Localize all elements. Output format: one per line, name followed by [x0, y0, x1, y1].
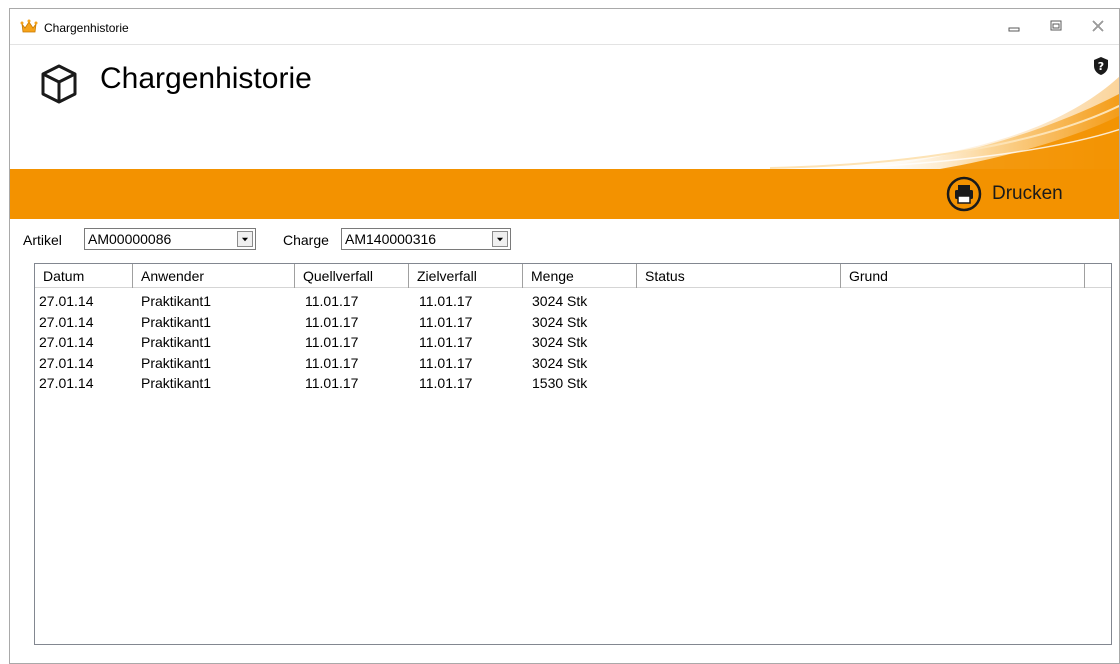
cell-datum: 27.01.14	[39, 375, 94, 391]
table-row[interactable]: 27.01.14 Praktikant1 11.01.17 11.01.17 3024 …	[35, 332, 1111, 352]
table-header: Datum Anwender Quellverfall Zielverfall …	[35, 264, 1111, 288]
cell-menge: 3024 Stk	[532, 293, 588, 309]
charge-label: Charge	[283, 232, 329, 248]
shield-help-icon[interactable]: ?	[1092, 56, 1110, 76]
cell-quellverfall: 11.01.17	[305, 354, 359, 371]
cell-anwender: Praktikant1	[141, 313, 212, 330]
chevron-down-icon[interactable]	[237, 231, 253, 247]
printer-icon	[946, 176, 982, 212]
cell-quellverfall: 11.01.17	[305, 313, 359, 330]
cell-anwender: Praktikant1	[141, 375, 212, 391]
cell-menge: 3024 Stk	[532, 334, 588, 350]
cell-datum: 27.01.14	[39, 334, 94, 350]
cell-datum: 27.01.14	[39, 313, 94, 330]
history-table[interactable]: Datum Anwender Quellverfall Zielverfall …	[34, 263, 1112, 645]
cube-icon	[41, 64, 77, 104]
cell-zielverfall: 11.01.17	[419, 354, 473, 371]
column-header-zielverfall[interactable]: Zielverfall	[409, 264, 523, 288]
cell-zielverfall: 11.01.17	[419, 313, 473, 330]
chargenhistorie-window: Chargenhistorie Chargenhistorie ? Drucke…	[9, 8, 1120, 664]
print-button-label: Drucken	[992, 183, 1063, 204]
cell-menge: 3024 Stk	[532, 354, 588, 371]
cell-menge: 3024 Stk	[532, 313, 588, 330]
column-header-quellverfall[interactable]: Quellverfall	[295, 264, 409, 288]
cell-datum: 27.01.14	[39, 354, 94, 371]
page-title: Chargenhistorie	[100, 62, 312, 95]
column-header-anwender[interactable]: Anwender	[133, 264, 295, 288]
cell-anwender: Praktikant1	[141, 354, 212, 371]
artikel-label: Artikel	[23, 232, 62, 248]
cell-quellverfall: 11.01.17	[305, 375, 359, 391]
title-bar[interactable]: Chargenhistorie	[10, 9, 1119, 45]
cell-zielverfall: 11.01.17	[419, 375, 473, 391]
table-row[interactable]: 27.01.14 Praktikant1 11.01.17 11.01.17 3024 …	[35, 312, 1111, 332]
artikel-combobox[interactable]: AM00000086	[84, 228, 256, 250]
window-title: Chargenhistorie	[44, 21, 129, 35]
cell-quellverfall: 11.01.17	[305, 293, 359, 309]
cell-anwender: Praktikant1	[141, 334, 212, 350]
cell-anwender: Praktikant1	[141, 293, 212, 309]
cell-zielverfall: 11.01.17	[419, 334, 473, 350]
cell-zielverfall: 11.01.17	[419, 293, 473, 309]
column-header-status[interactable]: Status	[637, 264, 841, 288]
action-toolbar: Drucken	[10, 169, 1119, 219]
chevron-down-icon[interactable]	[492, 231, 508, 247]
table-row[interactable]: 27.01.14 Praktikant1 11.01.17 11.01.17 3024 …	[35, 353, 1111, 373]
charge-combobox-value: AM140000316	[345, 231, 437, 247]
page-header: Chargenhistorie ?	[10, 45, 1119, 169]
maximize-button[interactable]	[1048, 19, 1064, 33]
column-header-datum[interactable]: Datum	[35, 264, 133, 288]
close-button[interactable]	[1090, 19, 1106, 33]
artikel-combobox-value: AM00000086	[88, 231, 172, 247]
column-header-grund[interactable]: Grund	[841, 264, 1085, 288]
svg-text:?: ?	[1098, 60, 1104, 73]
cell-quellverfall: 11.01.17	[305, 334, 359, 350]
charge-combobox[interactable]: AM140000316	[341, 228, 511, 250]
table-row[interactable]: 27.01.14 Praktikant1 11.01.17 11.01.17 3024 …	[35, 291, 1111, 311]
print-button[interactable]: Drucken	[946, 176, 1063, 212]
cell-menge: 1530 Stk	[532, 375, 588, 391]
app-crown-icon	[20, 19, 38, 33]
column-header-menge[interactable]: Menge	[523, 264, 637, 288]
cell-datum: 27.01.14	[39, 293, 94, 309]
minimize-button[interactable]	[1006, 19, 1022, 33]
table-row[interactable]: 27.01.14 Praktikant1 11.01.17 11.01.17 1530 …	[35, 373, 1111, 393]
